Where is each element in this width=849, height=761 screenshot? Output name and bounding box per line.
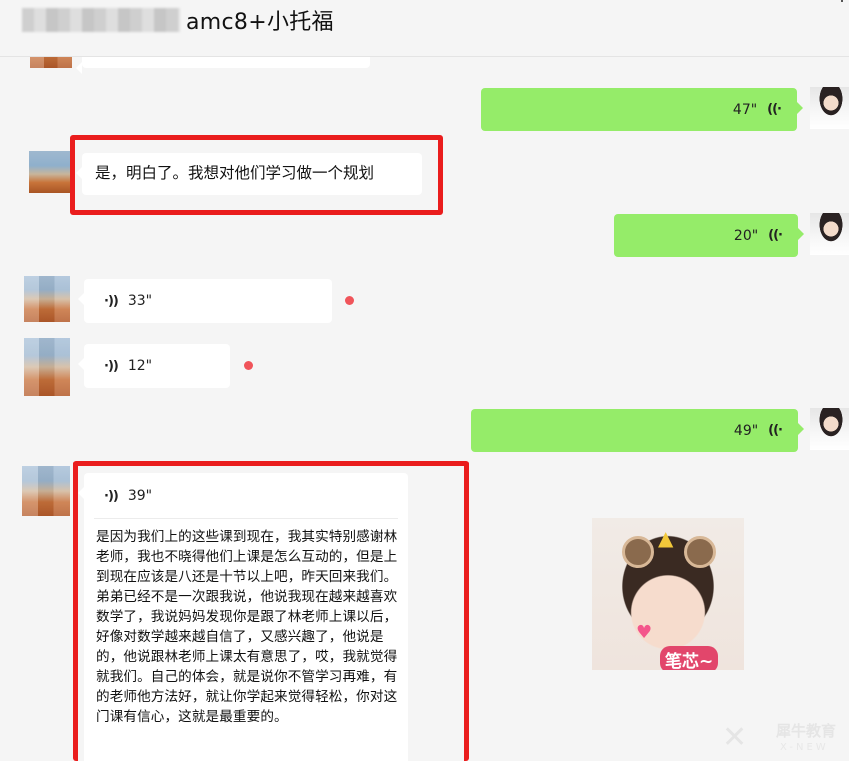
voice-message-bubble[interactable]: ·)) 33"	[78, 279, 332, 323]
voice-duration: 49"	[733, 422, 759, 439]
contact-avatar[interactable]	[22, 466, 70, 516]
contact-avatar[interactable]	[24, 338, 70, 396]
text-message-bubble[interactable]: 是，明白了。我想对他们学习做一个规划	[76, 153, 422, 195]
voice-duration: 47"	[732, 101, 758, 118]
message-text: 是，明白了。我想对他们学习做一个规划	[95, 164, 375, 182]
sticker-image[interactable]: ▲ ♥ 笔芯~	[592, 518, 744, 670]
contact-avatar[interactable]	[29, 151, 71, 193]
my-avatar[interactable]	[810, 213, 849, 255]
voice-transcript-bubble[interactable]: ·)) 39" 是因为我们上的这些课到现在，我其实特别感谢林老师，我也不晓得他们…	[78, 473, 408, 761]
voice-duration: 33"	[127, 293, 153, 309]
transcript-divider	[94, 518, 398, 519]
chat-title: amc8+小托福	[186, 10, 334, 35]
voice-transcript-text: 是因为我们上的这些课到现在，我其实特别感谢林老师，我也不晓得他们上课是怎么互动的…	[96, 529, 398, 725]
watermark-logo-icon: ✕	[722, 720, 748, 755]
my-avatar[interactable]	[810, 87, 849, 129]
voice-message-bubble[interactable]: ·)) 12"	[78, 344, 230, 388]
unread-dot	[244, 361, 253, 370]
voice-wave-icon: ·))	[104, 358, 119, 374]
voice-wave-icon: ((·	[768, 228, 783, 243]
blurred-contact-name	[22, 8, 180, 32]
voice-message-bubble[interactable]: 49" ((·	[471, 409, 804, 452]
watermark: ✕ 犀牛教育 X-NEW	[722, 716, 849, 761]
voice-duration: 20"	[733, 227, 759, 244]
voice-duration: 12"	[127, 358, 153, 374]
voice-message-bubble[interactable]: 47" ((·	[481, 88, 803, 131]
bear-ear-right	[684, 536, 716, 568]
my-avatar[interactable]	[810, 408, 849, 450]
chat-header: amc8+小托福	[0, 0, 849, 57]
voice-duration: 39"	[127, 488, 153, 504]
unread-dot	[345, 296, 354, 305]
party-hat-icon: ▲	[658, 526, 674, 550]
more-menu-dot[interactable]	[841, 0, 843, 2]
voice-wave-icon: ((·	[767, 102, 782, 117]
bear-ear-left	[622, 536, 654, 568]
watermark-sub: X-NEW	[780, 742, 829, 753]
sticker-caption: 笔芯~	[660, 646, 719, 670]
voice-message-bubble[interactable]: 20" ((·	[614, 214, 804, 257]
watermark-brand: 犀牛教育	[776, 722, 837, 740]
chat-area: 47" ((· 是，明白了。我想对他们学习做一个规划 20" ((· ·)) 3…	[0, 26, 849, 761]
voice-wave-icon: ((·	[768, 423, 783, 438]
heart-icon: ♥	[636, 622, 653, 643]
contact-avatar[interactable]	[24, 276, 70, 322]
voice-wave-icon: ·))	[104, 488, 119, 504]
voice-wave-icon: ·))	[104, 293, 119, 309]
